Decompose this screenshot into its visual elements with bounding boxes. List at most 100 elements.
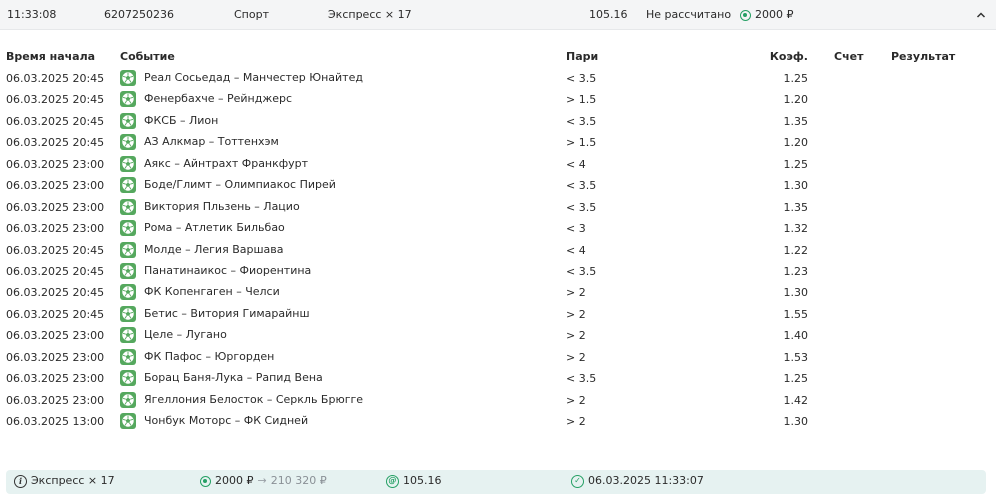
row-bet: > 1.5 [566,136,597,150]
footer-type-text: Экспресс × 17 [31,474,115,487]
row-coef: 1.20 [783,93,809,107]
footer-coef-value: 105.16 [403,474,442,487]
row-bet: < 3.5 [566,372,597,386]
row-event-name: АЗ Алкмар – Тоттенхэм [144,135,279,149]
row-event-name: Боде/Глимт – Олимпиакос Пирей [144,178,336,192]
soccer-ball-icon [120,327,136,344]
header-coef: Коэф. [769,50,808,63]
row-event-name: ФК Копенгаген – Челси [144,285,280,299]
soccer-ball-icon [120,155,136,172]
table-row: 06.03.2025 23:00 Борац Баня-Лука – Рапид … [0,369,996,390]
row-coef: 1.22 [783,243,809,257]
row-coef: 1.42 [783,393,809,407]
footer-coefficient: @ 105.16 [386,474,442,488]
row-bet: < 3.5 [566,264,597,278]
header-event: Событие [120,50,175,63]
row-event: АЗ Алкмар – Тоттенхэм [120,134,279,151]
table-row: 06.03.2025 20:45 ФКСБ – Лион < 3.5 1.35 [0,112,996,133]
soccer-ball-icon [120,220,136,237]
events-table: 06.03.2025 20:45 Реал Сосьедад – Манчесте… [0,69,996,433]
row-coef: 1.30 [783,286,809,300]
row-event-name: Виктория Пльзень – Лацио [144,199,300,213]
row-coef: 1.32 [783,222,809,236]
row-bet: < 3.5 [566,72,597,85]
row-event-name: Ягеллония Белосток – Серкль Брюгге [144,392,364,406]
row-time: 06.03.2025 23:00 [6,179,105,193]
soccer-ball-icon [120,241,136,258]
row-time: 06.03.2025 23:00 [6,200,105,214]
footer-date-value: 06.03.2025 11:33:07 [588,474,704,487]
table-row: 06.03.2025 23:00 ФК Пафос – Юргорден > 2 1.… [0,348,996,369]
row-bet: < 4 [566,157,586,171]
row-time: 06.03.2025 23:00 [6,157,105,171]
table-row: 06.03.2025 20:45 Фенербахче – Рейнджерс > … [0,90,996,111]
table-row: 06.03.2025 23:00 Ягеллония Белосток – Сер… [0,391,996,412]
coefficient-icon: @ [386,474,399,488]
row-time: 06.03.2025 20:45 [6,286,105,300]
row-bet: > 2 [566,415,586,428]
table-row: 06.03.2025 20:45 Бетис – Витория Гимарайн… [0,305,996,326]
table-row: 06.03.2025 23:00 Виктория Пльзень – Лацио… [0,198,996,219]
row-coef: 1.30 [783,415,809,428]
row-event-name: Молде – Легия Варшава [144,242,284,256]
row-event: Борац Баня-Лука – Рапид Вена [120,370,323,387]
soccer-ball-icon [120,413,136,429]
row-event: Рома – Атлетик Бильбао [120,220,285,237]
table-row: 06.03.2025 20:45 Панатинаикос – Фиорентин… [0,262,996,283]
bet-summary-bar[interactable]: 11:33:08 6207250236 Спорт Экспресс × 17 … [0,0,996,30]
row-bet: > 2 [566,307,586,321]
row-coef: 1.30 [783,179,809,193]
row-bet: < 3 [566,222,586,236]
row-bet: > 2 [566,350,586,364]
info-icon: i [14,474,27,488]
row-event: Ягеллония Белосток – Серкль Брюгге [120,391,364,408]
row-coef: 1.25 [783,157,809,171]
row-coef: 1.40 [783,329,809,343]
coin-icon [740,9,751,21]
footer-payout: 210 320 ₽ [270,474,327,487]
row-event: ФКСБ – Лион [120,112,219,129]
header-bet: Пари [566,50,599,63]
row-event: Бетис – Витория Гимарайнш [120,305,310,322]
bet-status: Не рассчитано [646,8,732,21]
row-time: 06.03.2025 20:45 [6,264,105,278]
row-bet: < 4 [566,243,586,257]
footer-datetime: ✓ 06.03.2025 11:33:07 [571,474,704,488]
row-time: 06.03.2025 20:45 [6,307,105,321]
row-time: 06.03.2025 20:45 [6,243,105,257]
row-event: Молде – Легия Варшава [120,241,284,258]
row-event-name: Бетис – Витория Гимарайнш [144,306,310,320]
soccer-ball-icon [120,70,136,86]
row-time: 06.03.2025 20:45 [6,72,105,85]
soccer-ball-icon [120,198,136,215]
row-event: Аякс – Айнтрахт Франкфурт [120,155,308,172]
soccer-ball-icon [120,391,136,408]
table-row: 06.03.2025 13:00 Чонбук Моторс – ФК Сидне… [0,412,996,433]
soccer-ball-icon [120,262,136,279]
soccer-ball-icon [120,112,136,129]
row-coef: 1.35 [783,114,809,128]
row-time: 06.03.2025 13:00 [6,415,105,428]
row-time: 06.03.2025 23:00 [6,393,105,407]
row-event: ФК Копенгаген – Челси [120,284,280,301]
bet-type: Экспресс × 17 [328,8,412,21]
row-coef: 1.20 [783,136,809,150]
calendar-icon: ✓ [571,474,584,488]
row-event-name: ФКСБ – Лион [144,113,219,127]
row-event: ФК Пафос – Юргорден [120,348,274,365]
footer-stake-amount: 2000 ₽ [215,474,254,487]
row-event: Целе – Лугано [120,327,227,344]
table-header: Время начала Событие Пари Коэф. Счет Рез… [0,50,996,66]
row-coef: 1.25 [783,372,809,386]
row-time: 06.03.2025 23:00 [6,329,105,343]
row-time: 06.03.2025 20:45 [6,136,105,150]
bet-time: 11:33:08 [7,8,57,21]
chevron-up-icon[interactable] [975,9,987,21]
row-coef: 1.23 [783,264,809,278]
soccer-ball-icon [120,305,136,322]
row-coef: 1.55 [783,307,809,321]
row-coef: 1.25 [783,72,809,85]
row-time: 06.03.2025 20:45 [6,114,105,128]
row-event-name: Целе – Лугано [144,328,227,342]
row-event: Боде/Глимт – Олимпиакос Пирей [120,177,336,194]
